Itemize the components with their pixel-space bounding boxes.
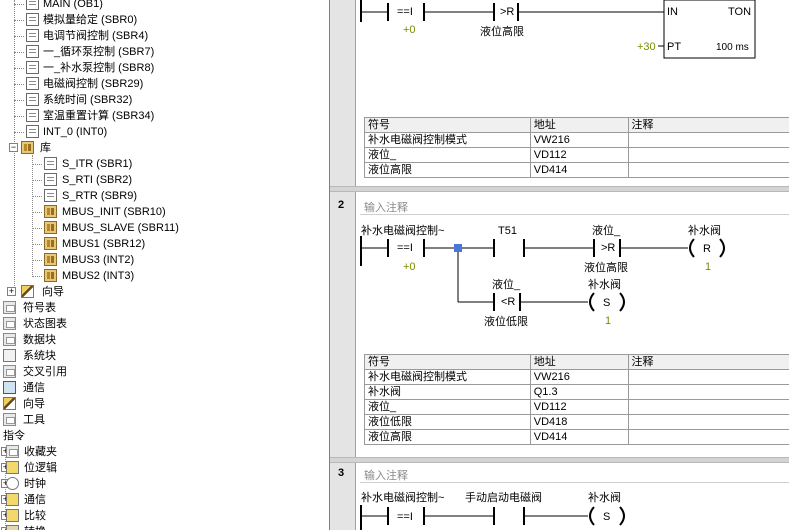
page-icon — [26, 45, 39, 58]
n1-timer-ton[interactable]: IN TON PT 100 ms +30 — [637, 0, 756, 59]
n2-coil-reset-n: 1 — [705, 261, 711, 273]
n1-timer-pt-value: +30 — [637, 41, 656, 53]
page-icon — [26, 77, 39, 90]
collapse-toggle[interactable]: − — [9, 143, 18, 152]
table-row[interactable]: 液位高限 VD414 — [364, 162, 789, 178]
doc-icon — [3, 349, 16, 362]
tree-guide-line — [32, 155, 33, 277]
n3-contact-eq-int[interactable]: 补水电磁阀控制~ ==I — [361, 490, 444, 525]
bolt-icon — [6, 493, 19, 506]
symbol-table-network-1[interactable]: 符号 地址 注释 补水电磁阀控制模式 VW216 液位_ VD112 液位高限 … — [364, 117, 789, 178]
n1-contact1-op: ==I — [397, 6, 413, 18]
table-row[interactable]: 补水电磁阀控制模式 VW216 — [364, 369, 789, 385]
ladder-diagram[interactable]: ==I +0 >R 液位高限 IN TON PT 100 ms +30 补水电磁… — [330, 0, 789, 530]
col-header-symbol: 符号 — [364, 354, 531, 370]
folder-icon — [3, 301, 16, 314]
network-1[interactable]: ==I +0 >R 液位高限 IN TON PT 100 ms +30 — [360, 0, 756, 59]
col-header-comment: 注释 — [627, 117, 789, 133]
n2-contact1-name: 补水电磁阀控制~ — [361, 223, 444, 237]
n1-timer-pt: PT — [667, 41, 681, 53]
n1-contact-eq-int[interactable]: ==I +0 — [387, 3, 425, 36]
n3-contact-manual-start[interactable]: 手动启动电磁阀 — [465, 490, 542, 525]
network-2[interactable]: 补水电磁阀控制~ ==I +0 T51 液位_ >R 液位高限 补水阀 R 1 … — [360, 223, 725, 328]
n2-coil-reset[interactable]: 补水阀 R 1 — [688, 223, 725, 273]
branch-junction[interactable] — [454, 244, 462, 252]
page-icon — [26, 109, 39, 122]
folder-icon — [3, 365, 16, 378]
table-row[interactable]: 液位_ VD112 — [364, 147, 789, 163]
table-row[interactable]: 液位低限 VD418 — [364, 414, 789, 430]
page-icon — [44, 189, 57, 202]
bolt-icon — [6, 461, 19, 474]
folder-icon — [3, 317, 16, 330]
n1-contact2-name: 液位高限 — [480, 24, 524, 38]
col-header-address: 地址 — [529, 117, 629, 133]
n2-contact4-op: <R — [501, 296, 515, 308]
n2-contact4-name: 液位_ — [492, 277, 521, 291]
col-header-address: 地址 — [529, 354, 629, 370]
wizard-icon — [21, 285, 34, 298]
page-icon — [44, 173, 57, 186]
table-row[interactable]: 液位_ VD112 — [364, 399, 789, 415]
n2-contact3-operand2: 液位高限 — [584, 260, 628, 274]
n2-contact-t51[interactable]: T51 — [493, 225, 525, 257]
table-row[interactable]: 补水阀 Q1.3 — [364, 384, 789, 400]
project-tree[interactable]: MAIN (OB1) 模拟量给定 (SBR0) 电调节阀控制 (SBR4) 一_… — [0, 0, 320, 530]
n1-contact1-operand2: +0 — [403, 24, 416, 36]
folder-icon — [3, 333, 16, 346]
page-icon — [26, 93, 39, 106]
table-row[interactable]: 液位高限 VD414 — [364, 429, 789, 445]
library-icon — [21, 141, 34, 154]
page-icon — [44, 157, 57, 170]
col-header-comment: 注释 — [627, 354, 789, 370]
n3-coil-set-op: S — [603, 511, 610, 523]
n2-coil-set[interactable]: 补水阀 S 1 — [588, 277, 625, 327]
lib-block-icon — [44, 269, 57, 282]
table-row[interactable]: 补水电磁阀控制模式 VW216 — [364, 132, 789, 148]
n2-coil-reset-name: 补水阀 — [688, 223, 721, 237]
n2-contact1-op: ==I — [397, 242, 413, 254]
n1-contact2-op: >R — [500, 6, 514, 18]
wizard-icon — [3, 397, 16, 410]
lib-block-icon — [44, 237, 57, 250]
n1-timer-type: TON — [728, 6, 751, 18]
ladder-editor[interactable]: 2 输入注释 3 输入注释 ==I +0 >R 液位高限 IN TON PT 1… — [329, 0, 789, 530]
page-icon — [26, 61, 39, 74]
lib-block-icon — [44, 221, 57, 234]
n1-contact-gt-real[interactable]: >R 液位高限 — [480, 3, 524, 38]
n1-timer-resolution: 100 ms — [716, 42, 749, 53]
expand-toggle[interactable]: + — [7, 287, 16, 296]
page-icon — [26, 0, 39, 10]
n3-coil-set-name: 补水阀 — [588, 490, 621, 504]
pc-icon — [3, 381, 16, 394]
n3-contact1-name: 补水电磁阀控制~ — [361, 490, 444, 504]
n2-coil-reset-op: R — [703, 243, 711, 255]
n1-timer-in: IN — [667, 6, 678, 18]
bolt-icon — [6, 509, 19, 522]
tool-icon — [6, 525, 19, 530]
n2-coil-set-name: 补水阀 — [588, 277, 621, 291]
n2-contact4-operand2: 液位低限 — [484, 314, 528, 328]
n2-coil-set-n: 1 — [605, 315, 611, 327]
network-3[interactable]: 补水电磁阀控制~ ==I 手动启动电磁阀 补水阀 S — [360, 490, 625, 530]
n3-contact1-op: ==I — [397, 511, 413, 523]
col-header-symbol: 符号 — [364, 117, 531, 133]
lib-block-icon — [44, 253, 57, 266]
n2-contact2-name: T51 — [498, 225, 517, 237]
n2-contact1-operand2: +0 — [403, 261, 416, 273]
n2-contact3-op: >R — [601, 242, 615, 254]
n3-contact2-name: 手动启动电磁阀 — [465, 490, 542, 504]
page-icon — [26, 29, 39, 42]
page-icon — [26, 125, 39, 138]
clock-icon — [6, 477, 19, 490]
n2-coil-set-op: S — [603, 297, 610, 309]
n2-contact3-name: 液位_ — [592, 223, 621, 237]
lib-block-icon — [44, 205, 57, 218]
n3-coil-set[interactable]: 补水阀 S — [588, 490, 625, 526]
folder-icon — [3, 413, 16, 426]
page-icon — [26, 13, 39, 26]
folder-icon — [6, 445, 19, 458]
symbol-table-network-2[interactable]: 符号 地址 注释 补水电磁阀控制模式 VW216 补水阀 Q1.3 液位_ VD… — [364, 354, 789, 445]
